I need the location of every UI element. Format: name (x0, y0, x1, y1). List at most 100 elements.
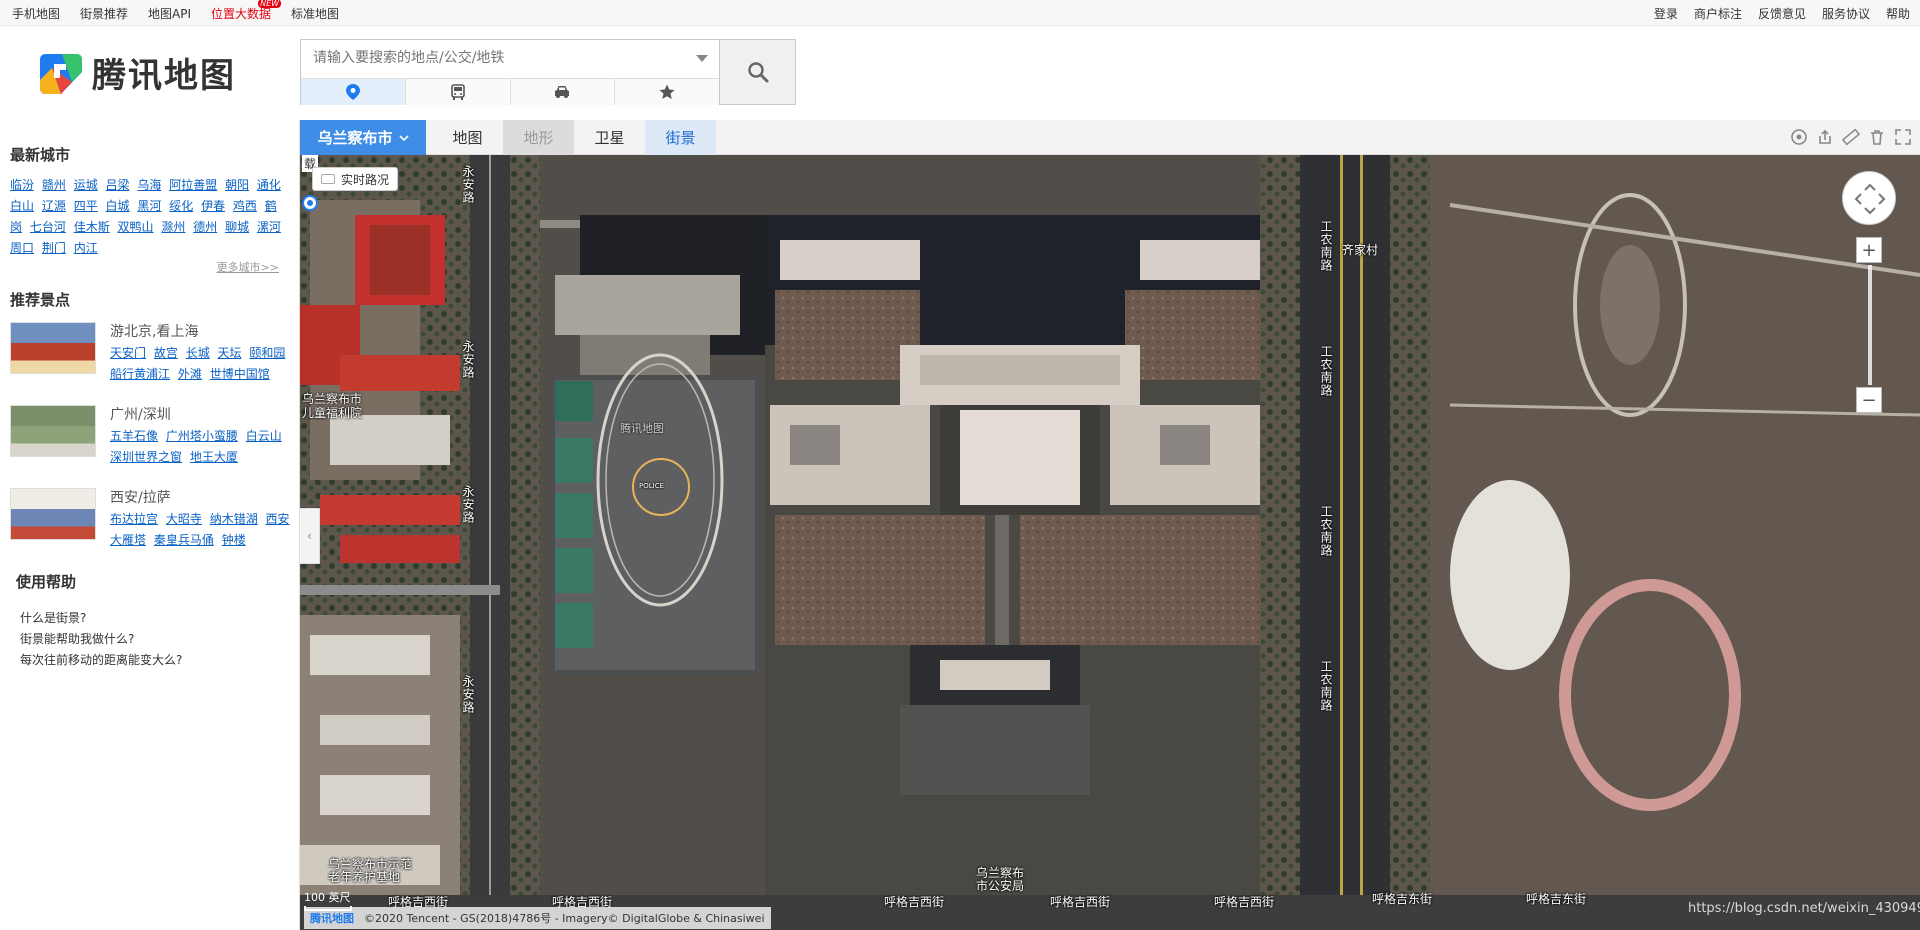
spot-link[interactable]: 纳木错湖 (210, 512, 258, 526)
city-link[interactable]: 乌海 (137, 178, 161, 192)
road-label: 工农南路 (1319, 660, 1333, 712)
compass-control[interactable] (1842, 171, 1896, 225)
spot-link[interactable]: 天安门 (110, 346, 146, 360)
spot-link[interactable]: 故宫 (154, 346, 178, 360)
realtime-traffic-toggle[interactable]: 实时路况 (312, 167, 399, 191)
spot-link[interactable]: 颐和园 (249, 346, 285, 360)
top-link-login[interactable]: 登录 (1654, 5, 1678, 22)
city-link[interactable]: 阿拉善盟 (169, 178, 217, 192)
spot-item: 游北京,看上海 天安门 故宫 长城 天坛 颐和园 船行黄浦江 外滩 世博中国馆 (10, 322, 299, 385)
panorama-icon[interactable] (1790, 128, 1808, 146)
city-link[interactable]: 白山 (10, 199, 34, 213)
top-link-mobile-map[interactable]: 手机地图 (12, 5, 60, 22)
spot-link[interactable]: 深圳世界之窗 (110, 450, 182, 464)
city-link[interactable]: 吕梁 (106, 178, 130, 192)
sidebar-collapse-button[interactable]: ‹ (300, 508, 320, 564)
city-link[interactable]: 漯河 (257, 220, 281, 234)
spot-link[interactable]: 船行黄浦江 (110, 367, 170, 381)
tencent-map-logo-icon (40, 53, 82, 94)
mode-drive-tab[interactable] (510, 79, 616, 105)
plus-icon: + (1861, 239, 1877, 261)
map-type-tab[interactable]: 街景 (645, 120, 716, 155)
city-link[interactable]: 绥化 (169, 199, 193, 213)
top-link-terms[interactable]: 服务协议 (1822, 5, 1870, 22)
top-link-location-bigdata[interactable]: 位置大数据 NEW (211, 0, 282, 22)
top-nav-bar: 手机地图 街景推荐 地图API 位置大数据 NEW 标准地图 登录 商户标注 反馈… (0, 0, 1920, 26)
search-button[interactable] (720, 39, 796, 105)
city-link[interactable]: 辽源 (42, 199, 66, 213)
help-item[interactable]: 什么是街景? (20, 608, 299, 629)
map-type-tab[interactable]: 地图 (432, 120, 503, 155)
map-type-tab[interactable]: 卫星 (574, 120, 645, 155)
copyright-logo: 腾讯地图 (310, 912, 354, 925)
spot-link[interactable]: 世博中国馆 (210, 367, 270, 381)
city-link[interactable]: 聊城 (225, 220, 249, 234)
city-link[interactable]: 白城 (106, 199, 130, 213)
mode-bus-tab[interactable] (405, 79, 511, 105)
spot-link[interactable]: 广州塔小蛮腰 (166, 429, 238, 443)
city-link[interactable]: 内江 (74, 241, 98, 255)
city-link[interactable]: 德州 (193, 220, 217, 234)
road-label: 呼格吉西街 (1214, 895, 1275, 909)
road-label: 呼格吉东街 (1372, 892, 1433, 906)
city-link[interactable]: 七台河 (30, 220, 66, 234)
share-icon[interactable] (1816, 128, 1834, 146)
spot-links: 五羊石像 广州塔小蛮腰 白云山 深圳世界之窗 地王大厦 (110, 426, 299, 468)
city-select[interactable]: 乌兰察布市 (300, 120, 426, 155)
mode-favorite-tab[interactable] (615, 79, 719, 105)
spot-thumbnail[interactable] (10, 488, 96, 540)
spot-link[interactable]: 长城 (186, 346, 210, 360)
zoom-slider[interactable] (1868, 265, 1872, 385)
more-cities-link[interactable]: 更多城市>> (0, 259, 279, 275)
spot-link[interactable]: 秦皇兵马俑 (154, 533, 214, 547)
city-link[interactable]: 佳木斯 (74, 220, 110, 234)
fullscreen-icon[interactable] (1894, 128, 1912, 146)
city-link[interactable]: 四平 (74, 199, 98, 213)
city-link[interactable]: 赣州 (42, 178, 66, 192)
spot-link[interactable]: 外滩 (178, 367, 202, 381)
help-item[interactable]: 每次往前移动的距离能变大么? (20, 650, 299, 671)
search-input[interactable] (301, 40, 719, 76)
satellite-map[interactable]: 永安路 永安路 永安路 永安路 工农南路 工农南路 工农南路 工农南路 齐家村 … (300, 155, 1920, 930)
top-link-streetview-recommend[interactable]: 街景推荐 (80, 5, 128, 22)
trash-icon[interactable] (1868, 128, 1886, 146)
spot-link[interactable]: 钟楼 (222, 533, 246, 547)
city-link[interactable]: 鸡西 (233, 199, 257, 213)
spot-link[interactable]: 天坛 (218, 346, 242, 360)
zoom-in-button[interactable]: + (1856, 237, 1882, 263)
spot-link[interactable]: 大昭寺 (166, 512, 202, 526)
top-link-map-api[interactable]: 地图API (148, 5, 191, 22)
search-dropdown-caret-icon[interactable] (696, 55, 708, 62)
city-link[interactable]: 周口 (10, 241, 34, 255)
spot-thumbnail[interactable] (10, 322, 96, 374)
city-link[interactable]: 临汾 (10, 178, 34, 192)
top-link-merchant[interactable]: 商户标注 (1694, 5, 1742, 22)
road-label: 工农南路 (1319, 345, 1333, 397)
spot-thumbnail[interactable] (10, 405, 96, 457)
top-link-standard-map[interactable]: 标准地图 (291, 5, 339, 22)
city-link[interactable]: 通化 (257, 178, 281, 192)
logo[interactable]: 腾讯地图 (38, 48, 236, 97)
city-link[interactable]: 运城 (74, 178, 98, 192)
city-link[interactable]: 朝阳 (225, 178, 249, 192)
ruler-icon[interactable] (1842, 128, 1860, 146)
car-icon (555, 86, 570, 98)
current-location-icon[interactable] (302, 195, 318, 211)
spot-link[interactable]: 白云山 (246, 429, 282, 443)
zoom-out-button[interactable]: − (1856, 387, 1882, 413)
spot-link[interactable]: 五羊石像 (110, 429, 158, 443)
road-label: 呼格吉西街 (884, 895, 945, 909)
spot-link[interactable]: 地王大厦 (190, 450, 238, 464)
help-item[interactable]: 街景能帮助我做什么? (20, 629, 299, 650)
city-link[interactable]: 滁州 (161, 220, 185, 234)
city-link[interactable]: 双鸭山 (118, 220, 154, 234)
copyright-bar: 腾讯地图 ©2020 Tencent - GS(2018)4786号 - Ima… (304, 907, 771, 929)
city-link[interactable]: 荆门 (42, 241, 66, 255)
top-link-help[interactable]: 帮助 (1886, 5, 1910, 22)
city-link[interactable]: 伊春 (201, 199, 225, 213)
city-link[interactable]: 黑河 (137, 199, 161, 213)
mode-place-tab[interactable] (301, 79, 406, 105)
spot-link[interactable]: 布达拉宫 (110, 512, 158, 526)
top-link-feedback[interactable]: 反馈意见 (1758, 5, 1806, 22)
location-pin-icon (345, 84, 360, 100)
